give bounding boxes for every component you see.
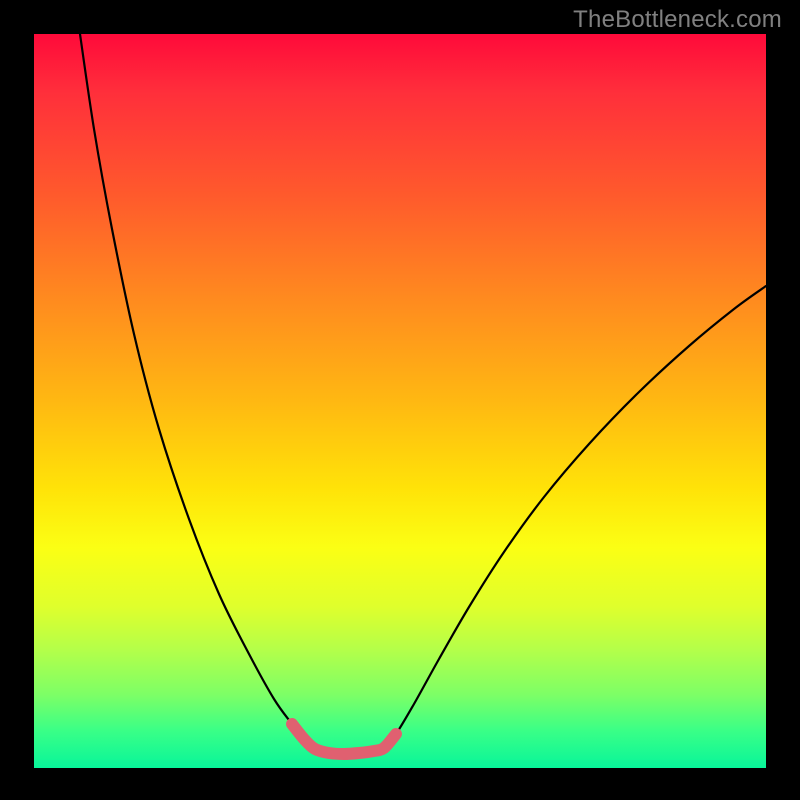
chart-frame: TheBottleneck.com (0, 0, 800, 800)
watermark-text: TheBottleneck.com (573, 6, 782, 34)
curve-svg (34, 34, 766, 768)
left-curve-path (80, 34, 315, 749)
highlight-band-path (292, 724, 396, 754)
plot-area (34, 34, 766, 768)
right-curve-path (384, 286, 766, 748)
